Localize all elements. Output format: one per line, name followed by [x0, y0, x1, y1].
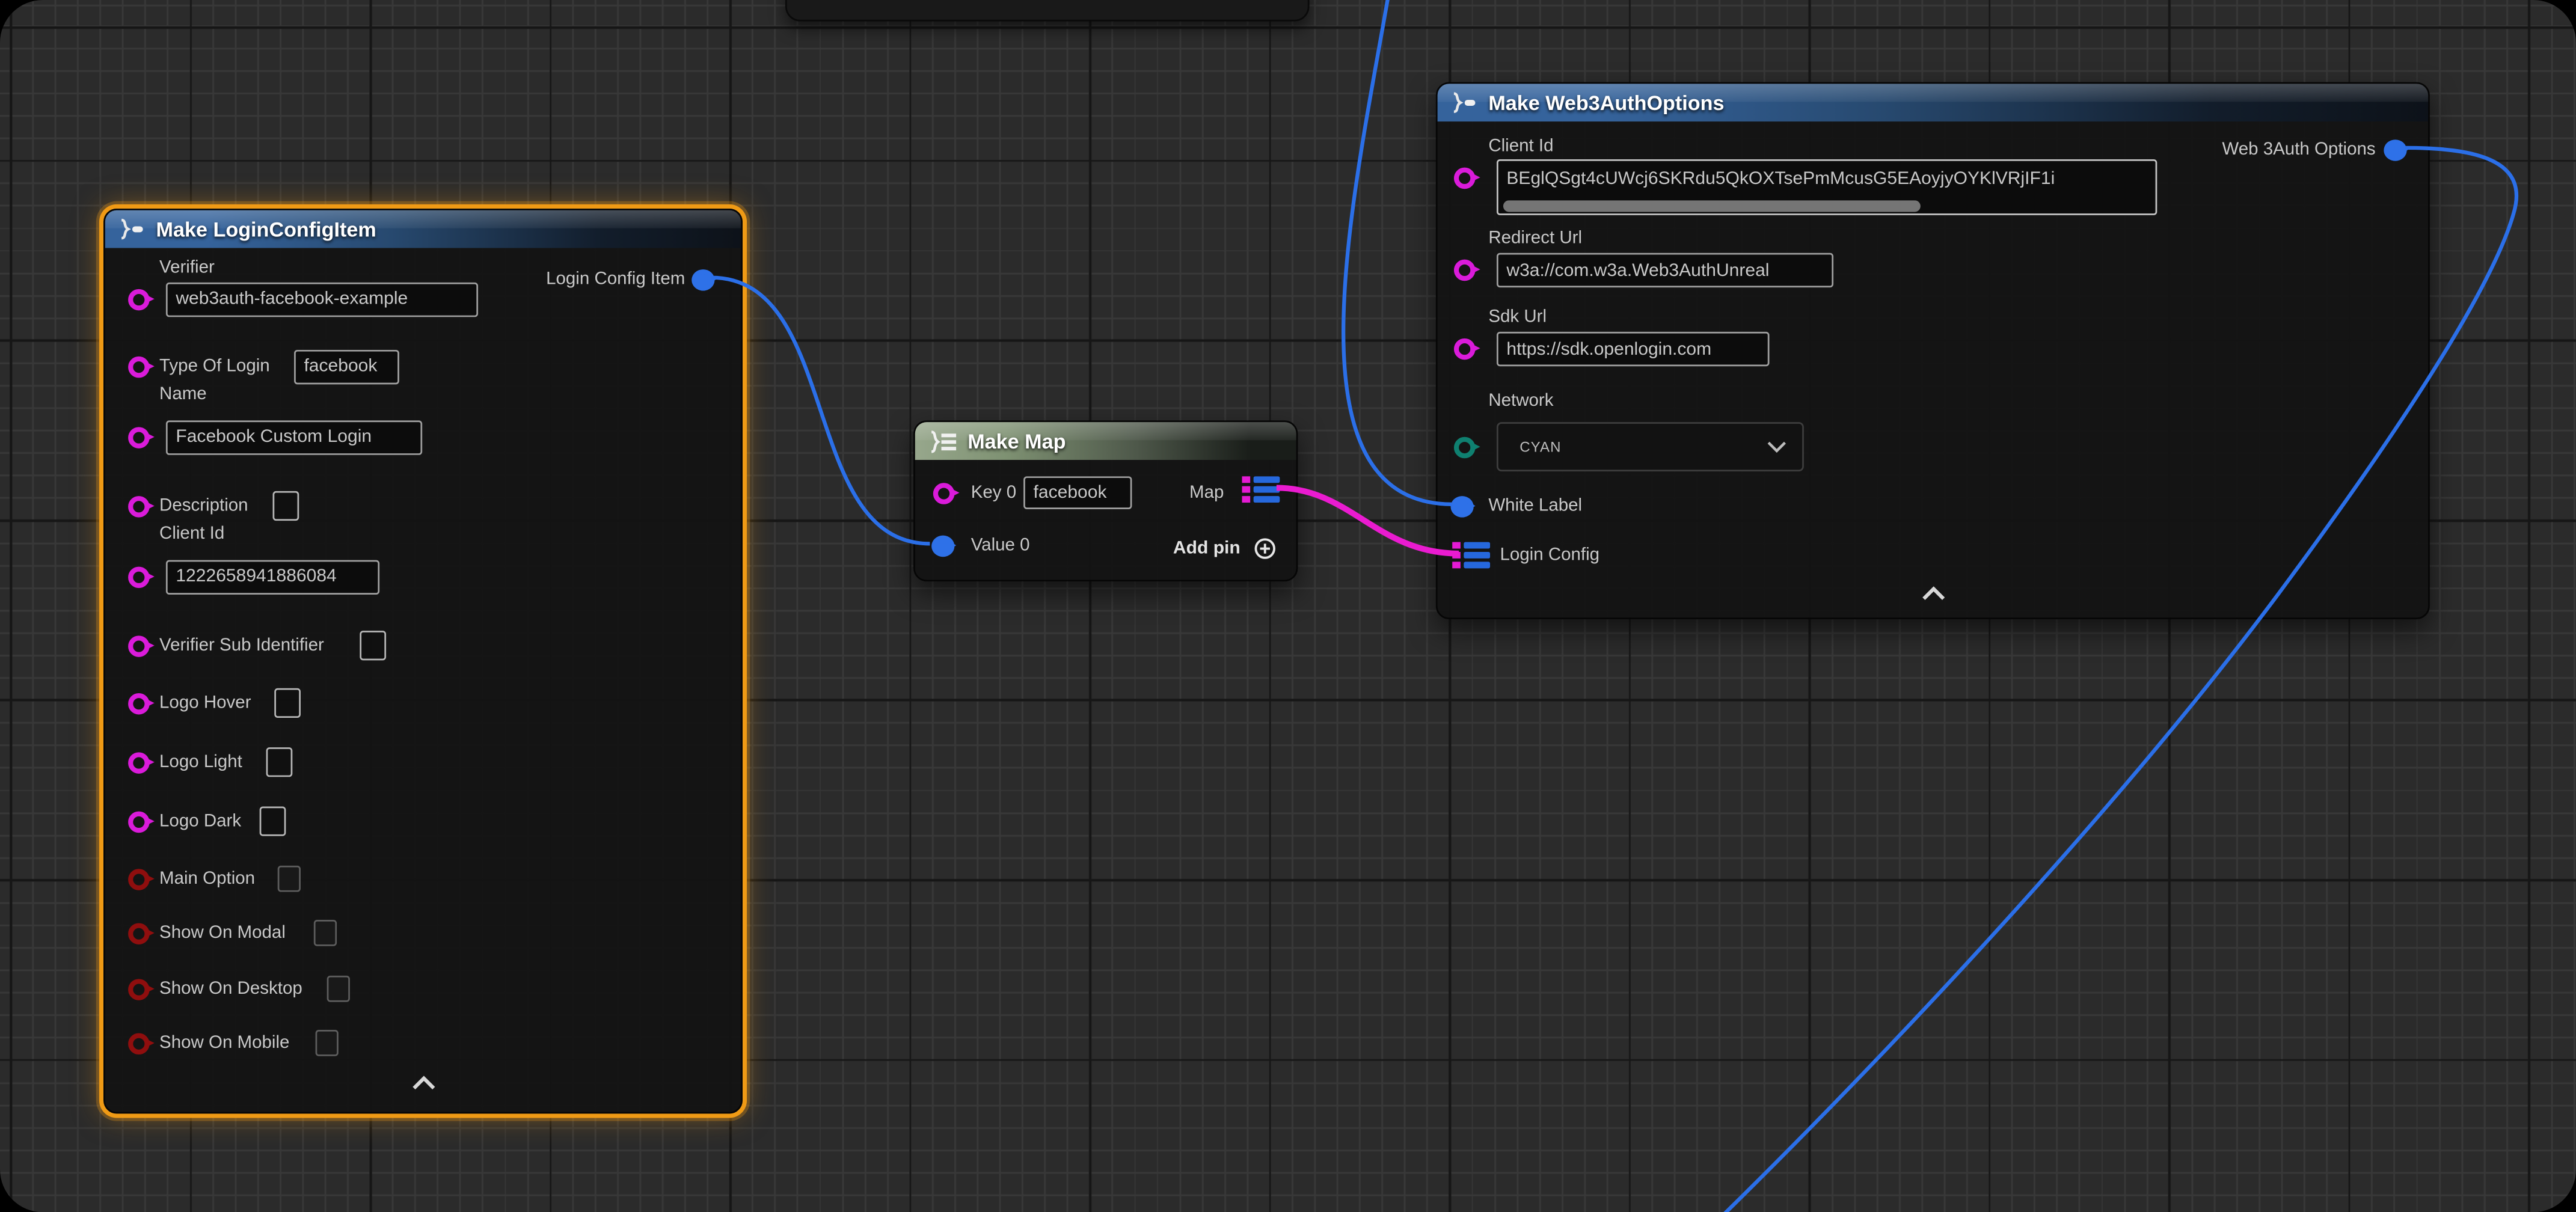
offscreen-node-bottom[interactable] — [785, 0, 1310, 22]
node-header[interactable]: Make Map — [915, 422, 1296, 460]
add-pin-button[interactable]: Add pin — [1173, 539, 1240, 559]
logo-light-field[interactable] — [266, 747, 293, 777]
map-output-pin[interactable] — [1242, 476, 1280, 503]
pin-label-white-label: White Label — [1488, 493, 1582, 519]
logo-hover-input-pin[interactable] — [128, 693, 150, 714]
pin-label-show-on-mobile: Show On Mobile — [159, 1030, 289, 1056]
logo-light-input-pin[interactable] — [128, 751, 150, 773]
network-dropdown-value: CYAN — [1498, 438, 1562, 454]
pin-label-verifier: Verifier — [159, 254, 215, 281]
pin-label-show-on-desktop: Show On Desktop — [159, 976, 302, 1002]
name-field[interactable] — [166, 420, 422, 454]
network-dropdown[interactable]: CYAN — [1497, 422, 1804, 471]
pin-label-client-id: Client Id — [1488, 133, 1553, 159]
pin-label-verifier-sub-identifier: Verifier Sub Identifier — [159, 632, 324, 659]
key-0-field[interactable] — [1023, 476, 1132, 509]
main-option-input-pin[interactable] — [128, 868, 150, 890]
logo-dark-input-pin[interactable] — [128, 810, 150, 832]
blueprint-canvas[interactable]: Make LoginConfigItem Login Config Item V… — [0, 0, 2576, 1212]
name-input-pin[interactable] — [128, 426, 150, 448]
sdk-url-field[interactable] — [1497, 332, 1770, 366]
pin-label-network: Network — [1488, 388, 1553, 414]
pin-label-map: Map — [1189, 480, 1224, 506]
dropdown-chevron-down-icon — [1766, 440, 1788, 453]
redirect-url-field[interactable] — [1497, 253, 1833, 287]
wire-login-config-item-to-value-0[interactable] — [711, 278, 930, 544]
pin-label-logo-hover: Logo Hover — [159, 690, 251, 716]
wire-map-to-login-config[interactable] — [1277, 488, 1459, 553]
pin-label-logo-light: Logo Light — [159, 749, 242, 776]
show-on-modal-input-pin[interactable] — [128, 922, 150, 944]
pin-label-key-0: Key 0 — [971, 480, 1016, 506]
show-on-modal-checkbox[interactable] — [314, 920, 337, 946]
main-option-checkbox[interactable] — [278, 866, 301, 892]
client-id-field[interactable] — [166, 559, 379, 593]
collapse-node-chevron-up-icon[interactable] — [1920, 586, 1946, 601]
redirect-url-input-pin[interactable] — [1453, 259, 1475, 280]
make-struct-icon — [1450, 92, 1478, 114]
description-field[interactable] — [273, 491, 299, 521]
pin-label-value-0: Value 0 — [971, 532, 1030, 559]
pin-label-login-config: Login Config — [1500, 542, 1599, 569]
make-map-icon — [928, 429, 958, 452]
verifier-field[interactable] — [166, 282, 478, 316]
pin-label-web-3auth-options: Web 3Auth Options — [2222, 136, 2375, 163]
client-id-field[interactable] — [1501, 162, 2159, 195]
node-title: Make LoginConfigItem — [156, 218, 376, 240]
network-input-pin[interactable] — [1453, 436, 1475, 458]
pin-label-redirect-url: Redirect Url — [1488, 225, 1582, 251]
verifier-input-pin[interactable] — [128, 288, 150, 310]
web-3auth-options-output-pin[interactable] — [2384, 139, 2406, 161]
type-of-login-input-pin[interactable] — [128, 356, 150, 378]
node-header[interactable]: Make Web3AuthOptions — [1438, 84, 2428, 121]
node-make-map[interactable]: Make Map Key 0 Map Value 0 Add pin — [913, 420, 1298, 581]
client-id-input-pin[interactable] — [128, 566, 150, 587]
pin-label-show-on-modal: Show On Modal — [159, 920, 286, 946]
verifier-sub-identifier-input-pin[interactable] — [128, 635, 150, 656]
pin-label-name: Name — [159, 381, 207, 408]
client-id-field-box[interactable] — [1497, 159, 2157, 215]
type-of-login-field[interactable] — [294, 349, 399, 384]
description-input-pin[interactable] — [128, 495, 150, 517]
node-title: Make Web3AuthOptions — [1488, 91, 1724, 114]
show-on-desktop-input-pin[interactable] — [128, 978, 150, 1000]
white-label-input-pin[interactable] — [1450, 495, 1473, 517]
login-config-item-output-pin[interactable] — [692, 269, 714, 290]
value-0-input-pin[interactable] — [931, 534, 954, 556]
node-header[interactable]: Make LoginConfigItem — [105, 210, 741, 248]
sdk-url-input-pin[interactable] — [1453, 337, 1475, 359]
pin-label-type-of-login: Type Of Login — [159, 353, 270, 379]
node-make-loginconfigitem[interactable]: Make LoginConfigItem Login Config Item V… — [103, 209, 743, 1113]
pin-label-login-config-item: Login Config Item — [546, 266, 685, 293]
key-0-input-pin[interactable] — [932, 482, 954, 504]
client-id-input-pin[interactable] — [1453, 167, 1475, 188]
collapse-node-chevron-up-icon[interactable] — [410, 1076, 437, 1091]
show-on-desktop-checkbox[interactable] — [327, 976, 350, 1002]
node-make-web3authoptions[interactable]: Make Web3AuthOptions Web 3Auth Options C… — [1436, 82, 2430, 619]
blueprint-graph-stage: Make LoginConfigItem Login Config Item V… — [0, 0, 2576, 1212]
logo-dark-field[interactable] — [260, 806, 286, 836]
node-title: Make Map — [968, 429, 1066, 452]
add-pin-circled-plus-icon[interactable] — [1254, 537, 1277, 560]
logo-hover-field[interactable] — [274, 688, 301, 718]
make-struct-icon — [118, 218, 146, 240]
verifier-sub-identifier-field[interactable] — [360, 631, 386, 660]
client-id-scrollbar[interactable] — [1503, 200, 1921, 211]
show-on-mobile-input-pin[interactable] — [128, 1032, 150, 1054]
pin-label-sdk-url: Sdk Url — [1488, 304, 1547, 330]
pin-label-description: Description — [159, 493, 248, 519]
pin-label-main-option: Main Option — [159, 866, 255, 892]
pin-label-logo-dark: Logo Dark — [159, 808, 241, 834]
pin-label-client-id: Client Id — [159, 521, 224, 547]
show-on-mobile-checkbox[interactable] — [316, 1030, 339, 1056]
